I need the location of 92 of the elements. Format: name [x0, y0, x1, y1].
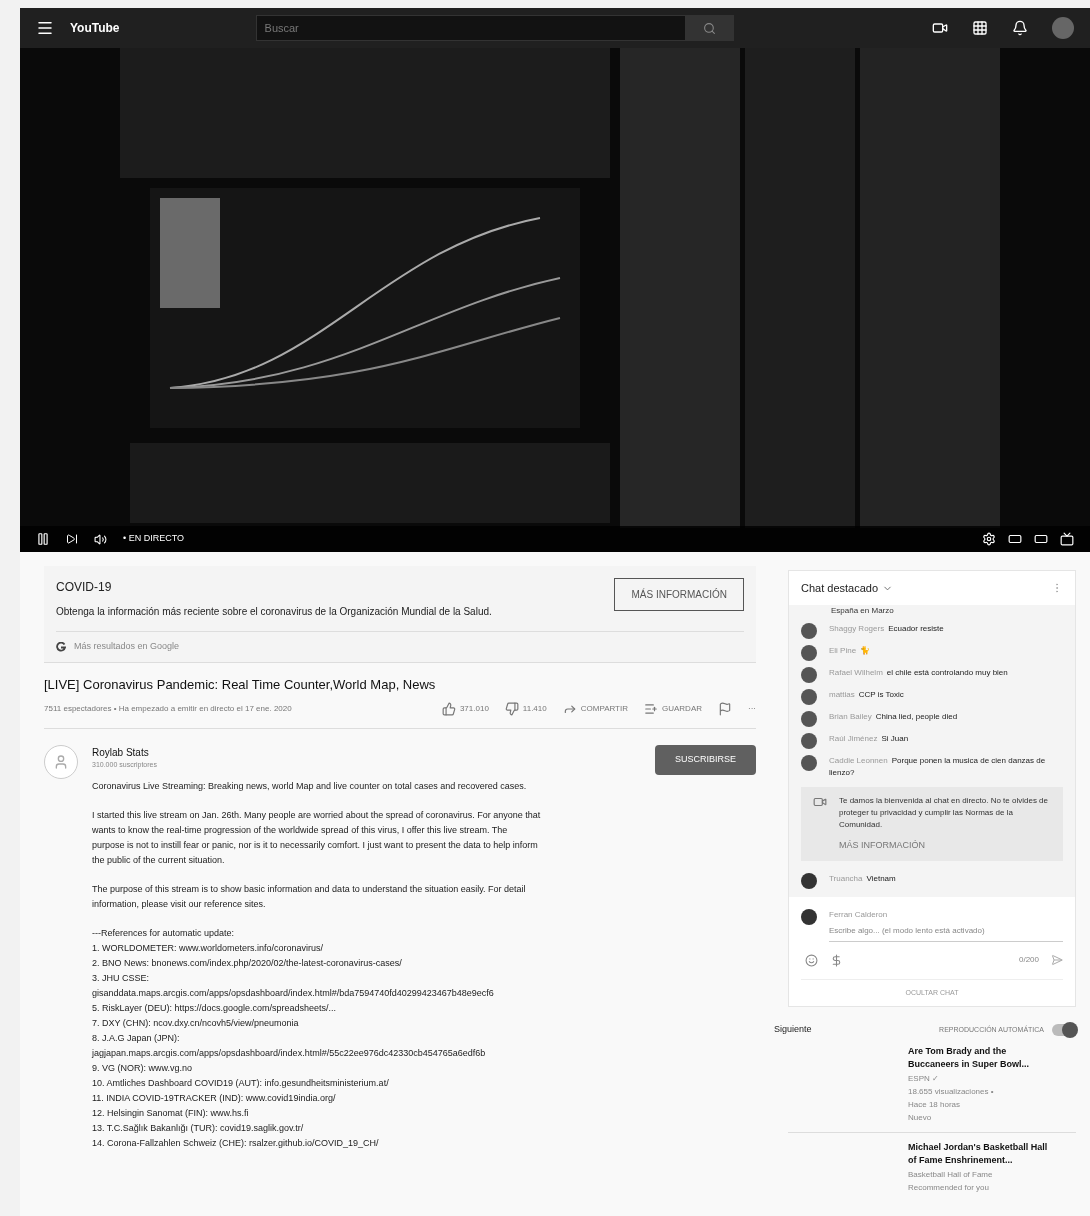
chat-message: mattias CCP is Toxic — [829, 689, 904, 701]
chat-message: Raúl Jiménez Si Juan — [829, 733, 909, 745]
flag-icon — [718, 702, 732, 716]
user-avatar — [801, 908, 817, 925]
share-icon — [562, 702, 577, 716]
reference-line: 7. DXY (CHN): ncov.dxy.cn/ncovh5/view/pneumonia — [92, 1016, 300, 1030]
user-avatar — [801, 711, 817, 727]
camera-icon[interactable] — [932, 20, 948, 36]
reference-line: 9. VG (NOR): www.vg.no — [92, 1061, 194, 1075]
up-next-title: Siguiente — [774, 1023, 812, 1036]
info-text: Obtenga la información más reciente sobre el coronavirus de la Organización Mundial de la Salud. — [56, 605, 493, 619]
notice-text: Te damos la bienvenida al chat en directo. No te olvides de proteger tu privacidad y cumplir las Normas de la Comunidad. — [839, 795, 1049, 831]
user-avatar — [801, 667, 817, 683]
chat-title[interactable]: Chat destacado — [801, 579, 879, 597]
chat-message: Shaggy Rogers Ecuador resiste — [829, 623, 944, 635]
live-label: • EN DIRECTO — [123, 532, 184, 546]
action-button[interactable] — [718, 702, 732, 716]
reference-line: 11. INDIA COVID-19TRACKER (IND): www.covid19india.org/ — [92, 1091, 337, 1105]
chat-message: Eli Pine 🐈 — [829, 645, 871, 657]
theater-icon[interactable] — [1034, 532, 1048, 546]
money-icon[interactable] — [830, 953, 843, 967]
autoplay-toggle[interactable] — [1052, 1023, 1076, 1036]
logo[interactable]: YouTube — [70, 19, 120, 37]
menu-icon[interactable] — [36, 19, 54, 37]
notice-link[interactable]: MÁS INFORMACIÓN — [839, 839, 1051, 853]
user-avatar — [801, 872, 817, 889]
person-icon — [53, 754, 69, 770]
description-paragraph: The purpose of this stream is to show basic information and data to understand the situation easily. For detail information, please visit our reference sites. — [92, 882, 527, 911]
description-paragraph: Coronavirus Live Streaming: Breaking news, world Map and live counter on total cases and recovered cases. — [92, 779, 528, 793]
action-button[interactable]: COMPARTIR — [562, 702, 628, 716]
apps-icon[interactable] — [972, 20, 988, 36]
user-avatar — [801, 645, 817, 661]
action-button[interactable]: GUARDAR — [644, 702, 702, 716]
chat-message-text: España en Marzo — [830, 605, 895, 617]
settings-icon[interactable] — [982, 532, 996, 546]
char-counter: 0/200 — [1018, 954, 1039, 966]
video-card-title[interactable]: Are Tom Brady and the Buccaneers in Super Bowl... — [908, 1044, 1048, 1072]
reference-line: 8. J.A.G Japan (JPN): — [92, 1031, 181, 1045]
reference-line: 5. RiskLayer (DEU): https://docs.google.com/spreadsheets/... — [92, 1001, 338, 1015]
emoji-icon[interactable] — [805, 953, 818, 967]
video-card-title[interactable]: Michael Jordan's Basketball Hall of Fame Enshrinement... — [908, 1140, 1048, 1168]
video-card-meta: 18.655 visualizaciones • — [908, 1085, 995, 1098]
chat-message: Truancha Vietnam — [829, 872, 896, 885]
action-button[interactable]: 371.010 — [441, 702, 489, 716]
chat-message: Brian Bailey China lied, people died — [829, 711, 958, 723]
description-paragraph: I started this live stream on Jan. 26th. Many people are worried about the spread of coronavirus. For anyone that wants to know the real-time progression of the worldwide spread of this virus, I offer this live stream. The purpose is not to instill fear or panic, nor is it to necessarily comfort. I just want to present the data to help inform the public of the current situation. — [92, 808, 542, 867]
chat-input[interactable]: Escribe algo... (el modo lento está activado) — [829, 920, 1063, 942]
search-field[interactable]: Buscar — [255, 15, 686, 41]
reference-line: 12. Helsingin Sanomat (FIN): www.hs.fi — [92, 1106, 250, 1120]
reference-line: gisanddata.maps.arcgis.com/apps/opsdashboard/index.html#/bda7594740fd40299423467b48e9ecf6 — [92, 986, 495, 1000]
video-card-meta: Hace 18 horas — [908, 1098, 962, 1111]
video-card-meta: Basketball Hall of Fame — [908, 1168, 994, 1181]
video-card-meta: Nuevo — [908, 1111, 933, 1124]
user-avatar — [801, 689, 817, 705]
reference-line: 13. T.C.Sağlık Bakanlığı (TUR): covid19.saglik.gov.tr/ — [92, 1121, 305, 1135]
reference-line: 10. Amtliches Dashboard COVID19 (AUT): info.gesundheitsministerium.at/ — [92, 1076, 390, 1090]
bell-icon[interactable] — [1012, 20, 1028, 36]
video-meta: 7511 espectadores • Ha empezado a emitir en directo el 17 ene. 2020 — [44, 703, 292, 715]
user-avatar — [801, 755, 817, 771]
subscribe-button[interactable]: SUSCRIBIRSE — [655, 745, 756, 775]
avatar[interactable] — [1052, 17, 1074, 39]
cast-icon[interactable] — [1060, 532, 1074, 546]
miniplayer-icon[interactable] — [1008, 532, 1022, 546]
user-avatar — [801, 733, 817, 749]
volume-icon[interactable] — [94, 532, 107, 546]
reference-line: 14. Corona-Fallzahlen Schweiz (CHE): rsalzer.github.io/COVID_19_CH/ — [92, 1136, 380, 1150]
chat-message: Rafael Wilhelm el chile está controlando muy bien — [829, 667, 1008, 679]
video-card-meta: ESPN ✓ — [908, 1072, 940, 1085]
next-icon[interactable] — [66, 533, 78, 545]
reference-line: jagjapan.maps.arcgis.com/apps/opsdashboard/index.html#/55c22ee976dc42330cb454765a6edf6b — [92, 1046, 487, 1060]
info-title: COVID-19 — [56, 579, 113, 596]
video-icon — [813, 795, 827, 809]
reference-line: 2. BNO News: bnonews.com/index.php/2020/02/the-latest-coronavirus-cases/ — [92, 956, 403, 970]
reference-line: ---References for automatic update: — [92, 926, 236, 940]
user-avatar — [801, 623, 817, 639]
g-logo-icon — [56, 641, 66, 652]
action-button[interactable]: 11.410 — [504, 702, 547, 716]
video-card-meta: Recommended for you — [908, 1181, 990, 1194]
action-button[interactable]: ··· — [748, 703, 756, 715]
composer-author: Ferran Calderon — [829, 908, 889, 921]
video-title: [LIVE] Coronavirus Pandemic: Real Time Counter,World Map, News — [44, 675, 437, 694]
chat-message: Caddie Leonnen Porque ponen la musica de cien danzas de lienzo? — [829, 755, 1047, 779]
playlist-add-icon — [644, 702, 658, 716]
channel-name[interactable]: Roylab Stats — [92, 745, 157, 760]
thumbs-up-icon — [441, 702, 456, 716]
reference-line: 3. JHU CSSE: — [92, 971, 150, 985]
thumbs-down-icon — [504, 702, 519, 716]
search-icon — [703, 21, 717, 35]
google-link[interactable]: Más resultados en Google — [74, 640, 180, 654]
reference-line: 1. WORLDOMETER: www.worldometers.info/coronavirus/ — [92, 941, 325, 955]
pause-icon[interactable] — [36, 532, 50, 546]
more-info-button[interactable]: MÁS INFORMACIÓN — [614, 578, 744, 611]
